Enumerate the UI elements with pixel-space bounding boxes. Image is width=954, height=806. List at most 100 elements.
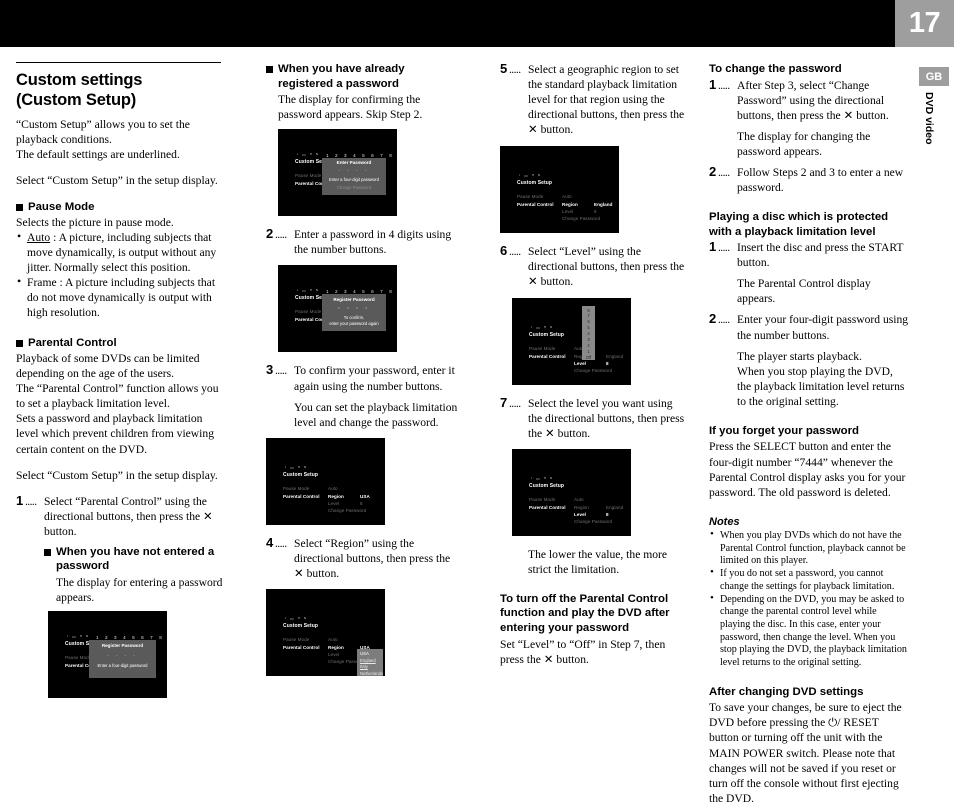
playing-disc-step-2-text: Enter your four-digit password using the… xyxy=(737,313,909,342)
parental-control-p3: Sets a password and playback limitation … xyxy=(16,412,214,456)
playing-disc-step-1-dots: ..... xyxy=(718,241,730,255)
shot3-row-pause-mode: Pause Mode xyxy=(295,309,322,315)
screenshot-confirm-password: ᴵ ▭ ᴴ ᴺ Custom Setup 1 2 3 4 5 6 7 8 9 P… xyxy=(278,265,397,353)
playing-disc-step-1-number: 1 xyxy=(709,239,717,255)
shot8-row-1-value: Region xyxy=(574,504,589,510)
shot6-row-2-value: Level xyxy=(562,209,574,215)
note-item-2: If you do not set a password, you cannot… xyxy=(709,566,909,593)
shot4-row-1-value2: USA xyxy=(360,493,370,499)
pause-mode-auto-label: Auto xyxy=(27,231,51,245)
shot7-row-0-label: Pause Mode xyxy=(529,345,556,351)
shot4-row-1-value: Region xyxy=(328,493,344,499)
shot8-row-2-value: Level xyxy=(574,511,586,517)
intro-paragraph-1: “Custom Setup” allows you to set the pla… xyxy=(16,118,190,147)
no-password-text: The display for entering a password appe… xyxy=(56,576,223,605)
step-7: 7 ..... Select the level you want using … xyxy=(500,395,685,441)
step-1-text: Select “Parental Control” using the dire… xyxy=(44,494,213,538)
shot5-region-option-1[interactable]: England xyxy=(360,658,380,665)
step-1: 1 ..... Select “Parental Control” using … xyxy=(16,493,223,539)
screenshot-level-selected: ᴵ ▭ ᴴ ᴺ Custom Setup Pause Mode Auto Par… xyxy=(512,448,631,536)
shot5-row-1-label: Parental Control xyxy=(283,644,320,650)
column-1: Custom settings (Custom Setup) “Custom S… xyxy=(16,62,223,699)
shot5-row-2-value: Level xyxy=(328,651,340,657)
pause-mode-description: Selects the picture in pause mode. xyxy=(16,216,174,230)
change-password-step-1-number: 1 xyxy=(709,76,717,92)
heading-playing-protected-disc: Playing a disc which is protected with a… xyxy=(709,211,889,238)
change-password-step-2: 2 ..... Follow Steps 2 and 3 to enter a … xyxy=(709,163,909,195)
shot7-level-popup[interactable]: 8 7 6 5 4 3 2 1 Off xyxy=(582,305,595,361)
shot7-row-1-value2: England xyxy=(606,353,624,359)
shot2-dialog-message: Enter a four-digit password xyxy=(328,177,380,183)
shot5-region-popup[interactable]: USA England Italy Netherlands OTHERS xyxy=(357,648,383,676)
shot5-region-option-2[interactable]: Italy xyxy=(360,664,380,671)
change-password-step-2-dots: ..... xyxy=(718,165,730,179)
step-6-number: 6 xyxy=(500,243,508,259)
step-5-text: Select a geographic region to set the st… xyxy=(528,63,685,137)
shot2-icons: ᴵ ▭ ᴴ ᴺ xyxy=(297,152,320,158)
heading-after-changing-settings: After changing DVD settings xyxy=(709,685,864,698)
change-password-step-2-text: Follow Steps 2 and 3 to enter a new pass… xyxy=(737,165,904,194)
shot7-row-2-value2: 8 xyxy=(606,360,609,366)
shot7-row-3-value: Change Password xyxy=(574,367,613,373)
change-password-step-1-extra: The display for changing the password ap… xyxy=(737,129,871,158)
step-1-dots: ..... xyxy=(25,494,37,508)
step-5-dots: ..... xyxy=(509,63,521,76)
note-item-1: When you play DVDs which do not have the… xyxy=(709,528,909,568)
shot4-row-2-value2: 8 xyxy=(360,500,363,506)
shot7-title: Custom Setup xyxy=(529,331,565,338)
shot7-icons: ᴵ ▭ ᴴ ᴺ xyxy=(531,324,554,330)
step-4-dots: ..... xyxy=(275,536,287,550)
shot5-row-0-label: Pause Mode xyxy=(283,636,310,642)
title-rule xyxy=(16,62,221,63)
step-7-dots: ..... xyxy=(509,396,521,410)
step-3-extra: You can set the playback limitation leve… xyxy=(294,400,458,429)
step-6: 6 ..... Select “Level” using the directi… xyxy=(500,243,685,289)
change-password-step-1: 1 ..... After Step 3, select “Change Pas… xyxy=(709,76,909,123)
heading-forget-password: If you forget your password xyxy=(709,424,859,437)
shot1-dialog-dots: - - - - xyxy=(107,653,138,659)
heading-pause-mode: Pause Mode xyxy=(16,200,223,215)
shot6-icons: ᴵ ▭ ᴴ ᴺ xyxy=(519,173,542,179)
shot3-dialog-title: Register Password xyxy=(333,297,375,303)
step-4: 4 ..... Select “Region” using the direct… xyxy=(266,535,462,581)
heading-turn-off-parental-control: To turn off the Parental Control functio… xyxy=(500,592,670,634)
intro-paragraph-2: The default settings are underlined. xyxy=(16,148,180,162)
column-2: When you have already registered a passw… xyxy=(266,62,462,676)
shot8-row-0-value: Auto xyxy=(574,496,584,502)
shot5-region-option-3[interactable]: Netherlands xyxy=(360,671,383,676)
shot2-dialog-dots: - - - - xyxy=(338,168,370,174)
shot3-icons: ᴵ ▭ ᴴ ᴺ xyxy=(297,288,320,294)
step-3-number: 3 xyxy=(266,362,274,378)
screenshot-enter-password: ᴵ ▭ ᴴ ᴺ Custom Setup 1 2 3 4 5 6 7 8 9 P… xyxy=(278,129,397,217)
already-registered-text: The display for confirming the password … xyxy=(278,93,423,122)
level-note: The lower the value, the more strict the… xyxy=(528,547,668,576)
shot6-row-3-value: Change Password xyxy=(562,216,601,222)
step-3-dots: ..... xyxy=(275,364,287,378)
shot6-row-0-value: Auto xyxy=(562,194,572,200)
shot7-level-option-8[interactable]: Off xyxy=(582,355,595,361)
shot2-dialog-change-password: Change Password xyxy=(336,185,372,191)
shot2-dialog-title: Enter Password xyxy=(336,160,372,166)
shot4-row-2-value: Level xyxy=(328,500,340,506)
turn-off-parental-control-text: Set “Level” to “Off” in Step 7, then pre… xyxy=(500,637,666,666)
shot4-row-0-value: Auto xyxy=(328,485,338,491)
header-black-bar xyxy=(0,0,895,47)
playing-disc-step-2-extra-2: When you stop playing the DVD, the playb… xyxy=(737,364,905,408)
shot8-title: Custom Setup xyxy=(529,482,565,489)
shot1-dialog-title: Register Password xyxy=(101,643,144,649)
intro-paragraph-3: Select “Custom Setup” in the setup displ… xyxy=(16,174,218,188)
step-7-text: Select the level you want using the dire… xyxy=(528,396,685,440)
shot2-row-pause-mode: Pause Mode xyxy=(295,173,322,179)
heading-parental-control: Parental Control xyxy=(16,336,223,351)
heading-notes: Notes xyxy=(709,515,740,528)
language-tab-gb: GB xyxy=(919,67,949,86)
step-5-number: 5 xyxy=(500,61,508,76)
shot8-icons: ᴵ ▭ ᴴ ᴺ xyxy=(531,475,554,481)
shot5-region-option-0[interactable]: USA xyxy=(360,651,380,658)
playing-disc-step-2-dots: ..... xyxy=(718,313,730,327)
pause-mode-option-frame: Frame : A picture including subjects tha… xyxy=(16,274,223,320)
note-item-3: Depending on the DVD, you may be asked t… xyxy=(709,591,909,670)
shot3-dialog-message-1: To confirm, xyxy=(343,315,365,321)
change-password-step-2-number: 2 xyxy=(709,163,717,179)
shot5-row-0-value: Auto xyxy=(328,636,338,642)
